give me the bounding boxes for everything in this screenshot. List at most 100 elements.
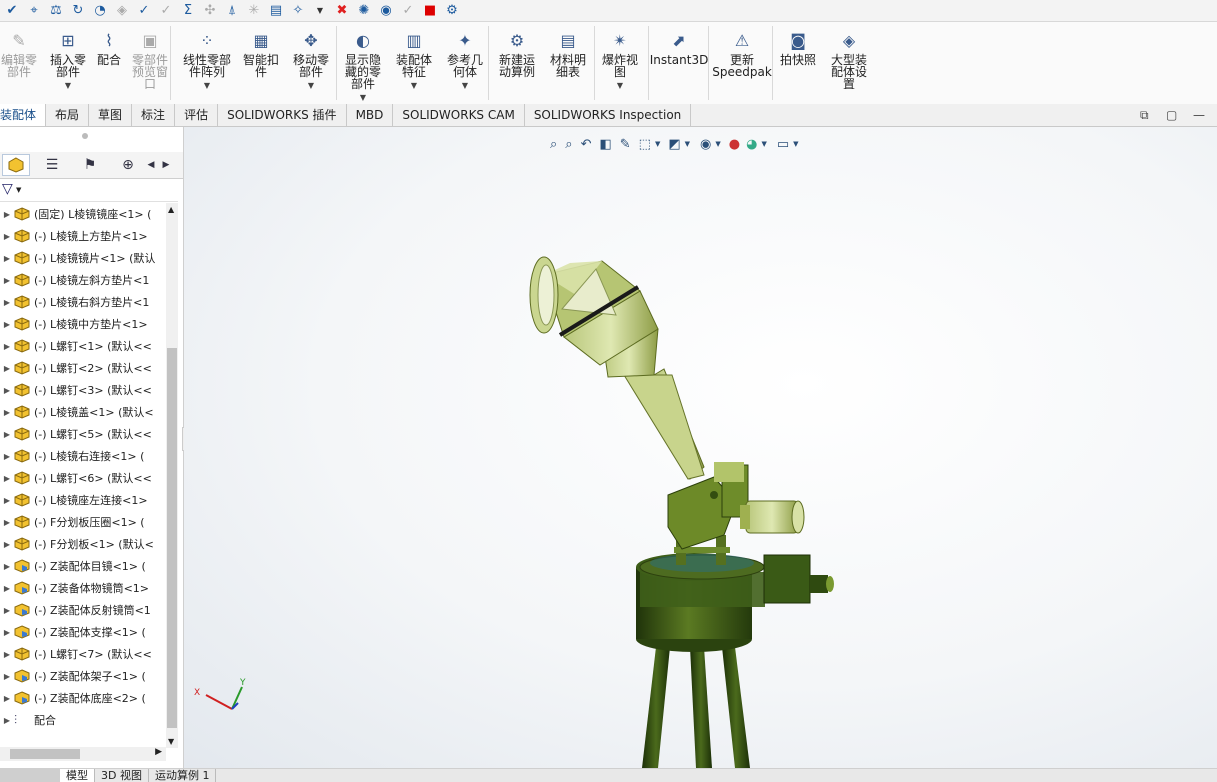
tree-item[interactable]: ▶ (固定) L棱镜镜座<1> (: [0, 203, 166, 225]
options-icon[interactable]: ✧: [290, 3, 306, 19]
ribbon-dropdown-icon[interactable]: ▼: [204, 80, 210, 92]
ribbon-dropdown-icon[interactable]: ▼: [462, 80, 468, 92]
expand-arrow-icon[interactable]: ▶: [0, 540, 14, 549]
tree-item[interactable]: ▶ (-) L棱镜上方垫片<1>: [0, 225, 166, 247]
property-manager-tab[interactable]: ☰: [38, 154, 66, 176]
ribbon-button-16[interactable]: ◈ 大型装 配体设置: [826, 22, 872, 104]
tree-horizontal-scrollbar[interactable]: ▶: [0, 747, 166, 761]
filter-icon[interactable]: ▽: [2, 181, 13, 197]
tree-item[interactable]: ▶ (-) L螺钉<3> (默认<<: [0, 379, 166, 401]
ribbon-button-13[interactable]: ⬈ Instant3D: [650, 22, 709, 104]
tree-item[interactable]: ▶ (-) Z装配体目镜<1> (: [0, 555, 166, 577]
tree-item[interactable]: ▶ (-) Z装配体底座<2> (: [0, 687, 166, 709]
document-icon[interactable]: ▤: [268, 3, 284, 19]
tab-5[interactable]: SOLIDWORKS 插件: [218, 104, 347, 126]
ribbon-dropdown-icon[interactable]: ▼: [360, 92, 366, 104]
dropdown-arrow-icon[interactable]: ▼: [312, 3, 328, 19]
ribbon-button-14[interactable]: ⚠ 更新 Speedpak: [712, 22, 772, 104]
interference-icon[interactable]: ◈: [114, 3, 130, 19]
expand-arrow-icon[interactable]: ▶: [0, 364, 14, 373]
close-red-icon[interactable]: ✖: [334, 3, 350, 19]
graphics-viewport[interactable]: ⌕ ⌕ ↶ ◧ ✎ ⬚ ▼ ◩ ▼ ◉ ▼ ● ◕ ▼ ▭ ▼ X Y: [184, 127, 1217, 768]
expand-arrow-icon[interactable]: ▶: [0, 628, 14, 637]
ribbon-button-12[interactable]: ✴ 爆炸视图 ▼: [598, 22, 642, 104]
ribbon-button-11[interactable]: ▤ 材料明 细表: [546, 22, 590, 104]
configuration-manager-tab[interactable]: ⚑: [76, 154, 104, 176]
tab-8[interactable]: SOLIDWORKS Inspection: [525, 104, 692, 126]
expand-arrow-icon[interactable]: ▶: [0, 386, 14, 395]
bottom-tab-nav[interactable]: [0, 769, 60, 782]
tree-item[interactable]: ▶ (-) L棱镜镜片<1> (默认: [0, 247, 166, 269]
tree-item[interactable]: ▶ (-) Z装配体架子<1> (: [0, 665, 166, 687]
restore-icon[interactable]: ⧉: [1140, 108, 1149, 123]
tab-6[interactable]: MBD: [347, 104, 394, 126]
check-disabled-icon[interactable]: ✓: [158, 3, 174, 19]
tree-item[interactable]: ▶ (-) Z装配体反射镜筒<1: [0, 599, 166, 621]
ribbon-dropdown-icon[interactable]: ▼: [308, 80, 314, 92]
spell-check-icon[interactable]: ✔: [4, 3, 20, 19]
tab-4[interactable]: 评估: [175, 104, 219, 126]
ok-icon[interactable]: ✓: [400, 3, 416, 19]
ribbon-button-9[interactable]: ✦ 参考几 何体 ▼: [442, 22, 488, 104]
expand-arrow-icon[interactable]: ▶: [0, 408, 14, 417]
expand-arrow-icon[interactable]: ▶: [0, 584, 14, 593]
ribbon-button-7[interactable]: ◐ 显示隐 藏的零 部件 ▼: [340, 22, 386, 104]
tab-7[interactable]: SOLIDWORKS CAM: [393, 104, 525, 126]
mass-properties-icon[interactable]: ⚖: [48, 3, 64, 19]
tree-item[interactable]: ▶ (-) Z装备体物镜筒<1>: [0, 577, 166, 599]
expand-arrow-icon[interactable]: ▶: [0, 672, 14, 681]
tree-item[interactable]: ▶ (-) L螺钉<2> (默认<<: [0, 357, 166, 379]
ribbon-button-1[interactable]: ⊞ 插入零 部件 ▼: [48, 22, 88, 104]
performance-icon[interactable]: ◔: [92, 3, 108, 19]
expand-arrow-icon[interactable]: ▶: [0, 298, 14, 307]
sum-icon[interactable]: Σ: [180, 3, 196, 19]
expand-arrow-icon[interactable]: ▶: [0, 496, 14, 505]
expand-arrow-icon[interactable]: ▶: [0, 518, 14, 527]
tab-3d-view[interactable]: 3D 视图: [95, 769, 149, 782]
tree-item[interactable]: ▶ (-) F分划板<1> (默认<: [0, 533, 166, 555]
tree-item[interactable]: ▶ (-) L棱镜座左连接<1>: [0, 489, 166, 511]
expand-arrow-icon[interactable]: ▶: [0, 562, 14, 571]
tree-item[interactable]: ▶ (-) L棱镜右连接<1> (: [0, 445, 166, 467]
expand-arrow-icon[interactable]: ▶: [0, 452, 14, 461]
tab-0[interactable]: 装配体: [0, 104, 47, 126]
ribbon-dropdown-icon[interactable]: ▼: [617, 80, 623, 92]
feature-manager-tab[interactable]: [2, 154, 30, 176]
ribbon-button-5[interactable]: ▦ 智能扣件: [240, 22, 282, 104]
ribbon-button-0[interactable]: ✎ 编辑零 部件: [0, 22, 38, 104]
ribbon-button-8[interactable]: ▥ 装配体 特征 ▼: [392, 22, 436, 104]
render-icon[interactable]: ✺: [356, 3, 372, 19]
tree-item-mates[interactable]: ▶ ⫶ 配合: [0, 709, 166, 731]
tab-model[interactable]: 模型: [60, 769, 95, 782]
expand-arrow-icon[interactable]: ▶: [0, 694, 14, 703]
tab-motion-study[interactable]: 运动算例 1: [149, 769, 217, 782]
expand-arrow-icon[interactable]: ▶: [0, 232, 14, 241]
filter-dropdown-icon[interactable]: ▼: [16, 186, 21, 194]
tab-scroll-left[interactable]: ◀: [144, 154, 158, 176]
tree-item[interactable]: ▶ (-) L螺钉<7> (默认<<: [0, 643, 166, 665]
tree-item[interactable]: ▶ (-) L棱镜左斜方垫片<1: [0, 269, 166, 291]
rebuild-icon[interactable]: ↻: [70, 3, 86, 19]
tree-item[interactable]: ▶ (-) L螺钉<1> (默认<<: [0, 335, 166, 357]
sensor-icon[interactable]: ⍋: [224, 3, 240, 19]
appearance-icon[interactable]: ◉: [378, 3, 394, 19]
tree-item[interactable]: ▶ (-) L螺钉<6> (默认<<: [0, 467, 166, 489]
expand-arrow-icon[interactable]: ▶: [0, 342, 14, 351]
ribbon-dropdown-icon[interactable]: ▼: [65, 80, 71, 92]
tab-scroll-right[interactable]: ▶: [159, 154, 173, 176]
expand-arrow-icon[interactable]: ▶: [0, 320, 14, 329]
ribbon-dropdown-icon[interactable]: ▼: [411, 80, 417, 92]
tree-vertical-scrollbar[interactable]: ▲ ▼: [166, 203, 178, 748]
tree-item[interactable]: ▶ (-) L棱镜中方垫片<1>: [0, 313, 166, 335]
expand-arrow-icon[interactable]: ▶: [0, 716, 14, 725]
stop-icon[interactable]: ■: [422, 3, 438, 19]
tree-item[interactable]: ▶ (-) Z装配体支撑<1> (: [0, 621, 166, 643]
ribbon-button-6[interactable]: ✥ 移动零 部件 ▼: [288, 22, 334, 104]
dim-xpert-tab[interactable]: ⊕: [114, 154, 142, 176]
settings-icon[interactable]: ⚙: [444, 3, 460, 19]
tab-1[interactable]: 布局: [46, 104, 90, 126]
expand-arrow-icon[interactable]: ▶: [0, 474, 14, 483]
expand-arrow-icon[interactable]: ▶: [0, 210, 14, 219]
expand-arrow-icon[interactable]: ▶: [0, 606, 14, 615]
tree-item[interactable]: ▶ (-) L螺钉<5> (默认<<: [0, 423, 166, 445]
